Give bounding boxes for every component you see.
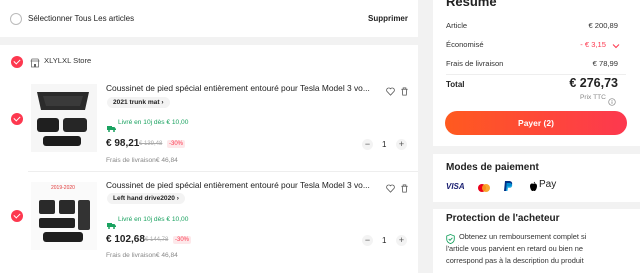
quantity-decrease-button[interactable]: − [362, 139, 373, 150]
article-label: Article [446, 21, 468, 30]
savings-label: Économisé [446, 40, 484, 49]
payment-methods-card: Modes de paiement VISA Pay [433, 154, 640, 202]
store-name[interactable]: XLYLXL Store [44, 56, 91, 65]
product-image[interactable]: 2019-2020 [31, 182, 97, 250]
item-old-price: € 139,48 [139, 141, 163, 147]
savings-value[interactable]: - € 3,15 [580, 40, 606, 49]
summary-heading: Résumé [446, 0, 497, 9]
summary-divider [446, 74, 626, 75]
discount-badge: -30% [173, 236, 192, 244]
cart-item: 2019-2020 Coussinet de pied spécial enti… [0, 178, 418, 270]
discount-badge: -30% [167, 140, 186, 148]
item-price: € 98,21 [106, 138, 140, 149]
pay-button-label: Payer (2) [518, 118, 554, 128]
variant-selector[interactable]: 2021 trunk mat › [107, 97, 170, 108]
visa-icon: VISA [446, 182, 465, 191]
protection-text-line3: correspond pas à la description du produ… [446, 256, 584, 265]
quantity-decrease-button[interactable]: − [362, 235, 373, 246]
wishlist-icon[interactable] [386, 180, 395, 198]
delete-button[interactable]: Supprimer [368, 14, 408, 23]
item-old-price: € 144,78 [145, 237, 169, 243]
select-all-label: Sélectionner Tous Les articles [28, 14, 135, 23]
select-all-bar: Sélectionner Tous Les articles Supprimer [0, 0, 418, 37]
divider [28, 171, 418, 172]
item-checkbox[interactable] [11, 113, 23, 125]
quantity-increase-button[interactable]: + [396, 139, 407, 150]
store-checkbox[interactable] [11, 56, 23, 68]
apple-icon [529, 179, 538, 197]
shipping-info: Livré en 10j dès € 10,00 [118, 119, 189, 126]
info-icon[interactable] [608, 93, 616, 111]
protection-heading: Protection de l'acheteur [446, 213, 560, 224]
chevron-right-icon: › [176, 195, 179, 202]
item-title[interactable]: Coussinet de pied spécial entièrement en… [106, 180, 370, 190]
payment-heading: Modes de paiement [446, 162, 539, 173]
buyer-protection-card: Protection de l'acheteur Obtenez un remb… [433, 209, 640, 273]
mastercard-icon [477, 180, 491, 198]
quantity-value[interactable]: 1 [382, 236, 386, 245]
paypal-icon [503, 179, 513, 197]
total-value: € 276,73 [569, 76, 618, 90]
total-label: Total [446, 80, 465, 89]
item-price: € 102,68 [106, 234, 145, 245]
shipping-value: € 78,99 [592, 59, 618, 68]
shipping-info: Livré en 10j dès € 10,00 [118, 216, 189, 223]
truck-icon [107, 216, 116, 234]
variant-selector[interactable]: Left hand drive2020 › [107, 193, 185, 204]
shipping-fee: Frais de livraison€ 46,84 [106, 157, 178, 164]
protection-text-line1: Obtenez un remboursement complet si [459, 232, 587, 241]
image-caption: 2019-2020 [51, 185, 75, 191]
variant-label: 2021 trunk mat [113, 99, 160, 106]
variant-label: Left hand drive2020 [113, 195, 175, 202]
trash-icon[interactable] [400, 83, 409, 101]
cart-item: Coussinet de pied spécial entièrement en… [0, 79, 418, 171]
quantity-value[interactable]: 1 [382, 140, 386, 149]
shipping-fee: Frais de livraison€ 46,84 [106, 252, 178, 259]
store-icon [30, 55, 40, 73]
chevron-down-icon[interactable] [611, 38, 621, 56]
applepay-label: Pay [539, 179, 557, 190]
store-cart-card: XLYLXL Store Coussinet de pied spécial e… [0, 45, 418, 273]
item-title[interactable]: Coussinet de pied spécial entièrement en… [106, 83, 370, 93]
truck-icon [107, 119, 116, 137]
tax-note: Prix TTC [580, 94, 606, 101]
protection-text-line2: l'article vous parvient en retard ou bie… [446, 244, 583, 253]
chevron-right-icon: › [161, 99, 164, 106]
trash-icon[interactable] [400, 180, 409, 198]
pay-button[interactable]: Payer (2) [445, 111, 627, 135]
wishlist-icon[interactable] [386, 83, 395, 101]
article-value: € 200,89 [588, 21, 618, 30]
select-all-checkbox[interactable] [10, 13, 22, 25]
quantity-increase-button[interactable]: + [396, 235, 407, 246]
shipping-label: Frais de livraison [446, 59, 504, 68]
product-image[interactable] [31, 84, 97, 152]
item-checkbox[interactable] [11, 210, 23, 222]
